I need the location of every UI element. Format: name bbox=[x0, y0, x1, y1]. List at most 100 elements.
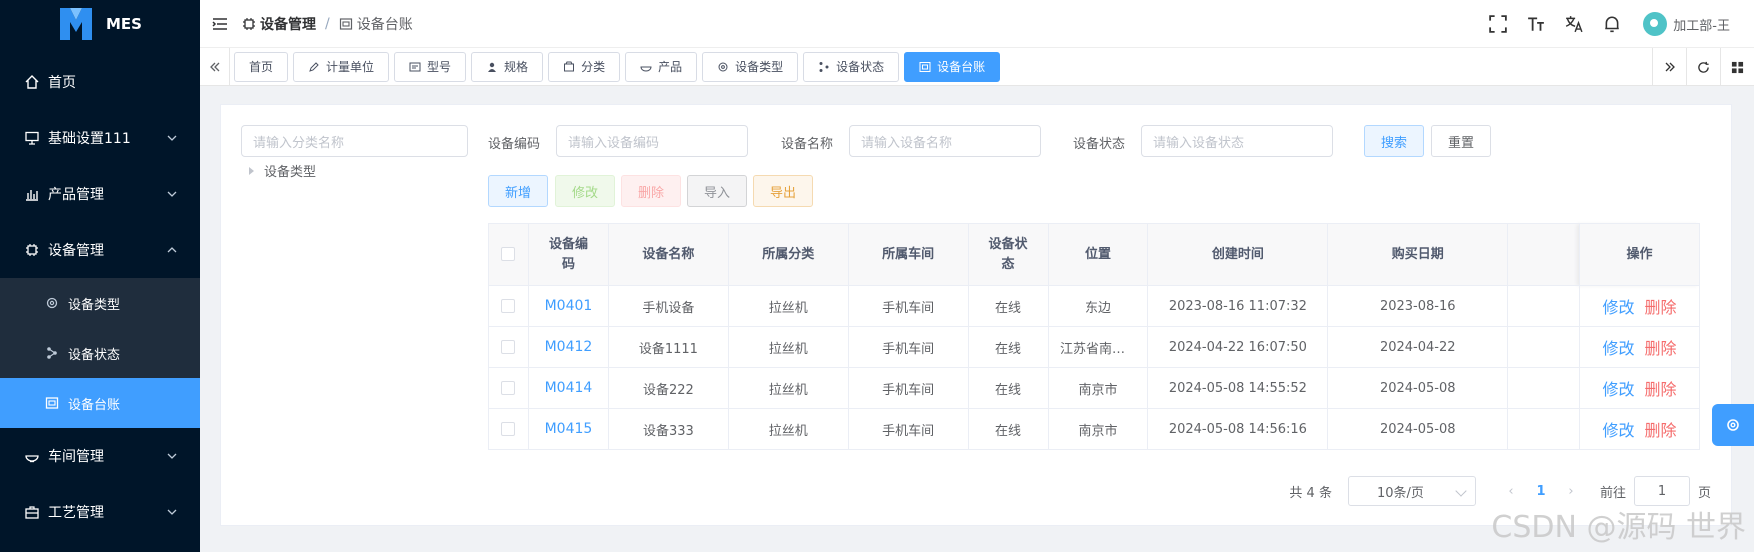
edit-button[interactable]: 修改 bbox=[555, 175, 615, 207]
cell-blank bbox=[1507, 285, 1581, 327]
refresh-button[interactable] bbox=[1686, 48, 1720, 86]
font-size-icon[interactable] bbox=[1527, 15, 1545, 33]
goto-label: 前往 bbox=[1599, 485, 1626, 501]
sidebar-subitem-equipment-type[interactable]: 设备类型 bbox=[0, 278, 200, 328]
sidebar-item-label: 设备台账 bbox=[68, 397, 121, 413]
tag-equipment-type[interactable]: 设备类型 bbox=[702, 51, 799, 82]
equipment-code-link[interactable]: M0412 bbox=[545, 339, 593, 355]
tag-unit[interactable]: 计量单位 bbox=[293, 51, 390, 82]
sidebar-item-process[interactable]: 工艺管理 bbox=[0, 484, 200, 540]
equipment-code-input[interactable]: 请输入设备编码 bbox=[556, 125, 748, 157]
checkbox[interactable] bbox=[501, 381, 516, 395]
hamburger-icon[interactable] bbox=[212, 16, 228, 32]
double-chevron-right-icon bbox=[1665, 62, 1675, 72]
add-button[interactable]: 新增 bbox=[488, 175, 548, 207]
row-edit-link[interactable]: 修改 bbox=[1603, 339, 1635, 358]
cell-created: 2024-05-08 14:56:16 bbox=[1147, 408, 1329, 450]
tag-product[interactable]: 产品 bbox=[625, 51, 698, 82]
tag-category[interactable]: 分类 bbox=[548, 51, 621, 82]
page-number-current[interactable]: 1 bbox=[1526, 484, 1556, 499]
equipment-code-link[interactable]: M0415 bbox=[545, 421, 593, 437]
reset-button[interactable]: 重置 bbox=[1431, 125, 1491, 157]
checkbox[interactable] bbox=[501, 422, 516, 436]
cell-status: 在线 bbox=[967, 326, 1049, 368]
caret-right-icon[interactable] bbox=[249, 166, 254, 175]
avatar[interactable] bbox=[1643, 12, 1668, 36]
row-edit-link[interactable]: 修改 bbox=[1603, 298, 1635, 317]
row-edit-link[interactable]: 修改 bbox=[1603, 421, 1635, 440]
search-button[interactable]: 搜索 bbox=[1364, 125, 1424, 157]
equipment-name-input[interactable]: 请输入设备名称 bbox=[849, 125, 1041, 157]
equipment-code-link[interactable]: M0414 bbox=[545, 380, 593, 396]
tags-scroll-right-button[interactable] bbox=[1652, 48, 1686, 86]
header-created: 创建时间 bbox=[1147, 223, 1329, 286]
cell-ops: 修改 删除 bbox=[1579, 285, 1700, 327]
tree-node-equipment-type[interactable]: 设备类型 bbox=[249, 161, 316, 180]
prev-page-button[interactable]: ‹ bbox=[1496, 484, 1526, 499]
table-row: M0401 手机设备 拉丝机 手机车间 在线 东边 2023-08-16 11:… bbox=[488, 285, 1700, 327]
tag-home[interactable]: 首页 bbox=[234, 51, 289, 82]
sidebar-item-workshop[interactable]: 车间管理 bbox=[0, 428, 200, 484]
row-delete-link[interactable]: 删除 bbox=[1645, 421, 1677, 440]
breadcrumb-parent[interactable]: 设备管理 bbox=[260, 14, 316, 34]
equipment-status-label: 设备状态 bbox=[1073, 137, 1126, 152]
tags-actions bbox=[1652, 48, 1754, 86]
header-select-all[interactable] bbox=[488, 223, 529, 286]
cell-blank bbox=[1507, 367, 1581, 409]
header-name: 设备名称 bbox=[607, 223, 729, 286]
pagination-total: 共 4 条 bbox=[1289, 485, 1332, 501]
sidebar-item-label: 基础设置111 bbox=[48, 131, 131, 147]
cell-created: 2024-04-22 16:07:50 bbox=[1147, 326, 1329, 368]
cell-category: 拉丝机 bbox=[727, 285, 849, 327]
sidebar-subitem-equipment-status[interactable]: 设备状态 bbox=[0, 328, 200, 378]
tag-equipment-status[interactable]: 设备状态 bbox=[803, 51, 900, 82]
breadcrumb-current: 设备台账 bbox=[356, 16, 413, 33]
input-placeholder: 请输入设备状态 bbox=[1153, 135, 1245, 151]
sidebar-item-product[interactable]: 产品管理 bbox=[0, 166, 200, 222]
sidebar-subitem-equipment-ledger[interactable]: 设备台账 bbox=[0, 378, 200, 428]
translate-icon[interactable] bbox=[1565, 15, 1583, 33]
tag-model[interactable]: 型号 bbox=[394, 51, 467, 82]
grid-icon bbox=[1731, 61, 1744, 73]
sidebar-item-basic-settings[interactable]: 基础设置111 bbox=[0, 110, 200, 166]
category-search-input[interactable]: 请输入分类名称 bbox=[241, 125, 468, 157]
row-edit-link[interactable]: 修改 bbox=[1603, 380, 1635, 399]
chip-icon bbox=[243, 17, 255, 30]
page-size-select[interactable]: 10条/页 bbox=[1347, 476, 1476, 506]
cell-status: 在线 bbox=[967, 367, 1049, 409]
sidebar: MES 首页 基础设置111 产品管理 设备管理 设备类型 设备状态 设备台账 … bbox=[0, 0, 200, 552]
equipment-code-link[interactable]: M0401 bbox=[545, 298, 593, 314]
tag-spec[interactable]: 规格 bbox=[471, 51, 544, 82]
cell-status: 在线 bbox=[967, 285, 1049, 327]
tag-label: 设备类型 bbox=[735, 60, 784, 74]
ledger-icon bbox=[339, 17, 352, 30]
username[interactable]: 加工部-王 bbox=[1673, 15, 1730, 34]
row-delete-link[interactable]: 删除 bbox=[1645, 298, 1677, 317]
tags-menu-button[interactable] bbox=[1720, 48, 1754, 86]
checkbox[interactable] bbox=[501, 247, 516, 261]
export-button[interactable]: 导出 bbox=[753, 175, 813, 207]
double-chevron-left-icon bbox=[209, 62, 219, 71]
checkbox[interactable] bbox=[501, 340, 516, 354]
checkbox[interactable] bbox=[501, 299, 516, 313]
tags-scroll-left-button[interactable] bbox=[200, 47, 230, 86]
cell-blank bbox=[1507, 408, 1581, 450]
sidebar-item-home[interactable]: 首页 bbox=[0, 54, 200, 110]
cell-name: 手机设备 bbox=[607, 285, 729, 327]
next-page-button[interactable]: › bbox=[1556, 484, 1586, 499]
row-delete-link[interactable]: 删除 bbox=[1645, 380, 1677, 399]
import-button[interactable]: 导入 bbox=[687, 175, 747, 207]
mes-logo-icon bbox=[60, 8, 92, 40]
cell-blank bbox=[1507, 326, 1581, 368]
tag-equipment-ledger[interactable]: 设备台账 bbox=[904, 51, 1001, 82]
sidebar-item-equipment[interactable]: 设备管理 bbox=[0, 222, 200, 278]
cell-name: 设备333 bbox=[607, 408, 729, 450]
row-delete-link[interactable]: 删除 bbox=[1645, 339, 1677, 358]
fullscreen-icon[interactable] bbox=[1489, 15, 1508, 33]
bell-icon[interactable] bbox=[1603, 15, 1621, 33]
settings-float-button[interactable] bbox=[1712, 404, 1754, 446]
delete-button[interactable]: 删除 bbox=[621, 175, 681, 207]
cell-created: 2023-08-16 11:07:32 bbox=[1147, 285, 1329, 327]
equipment-status-input[interactable]: 请输入设备状态 bbox=[1141, 125, 1333, 157]
header-ops: 操作 bbox=[1579, 223, 1700, 286]
